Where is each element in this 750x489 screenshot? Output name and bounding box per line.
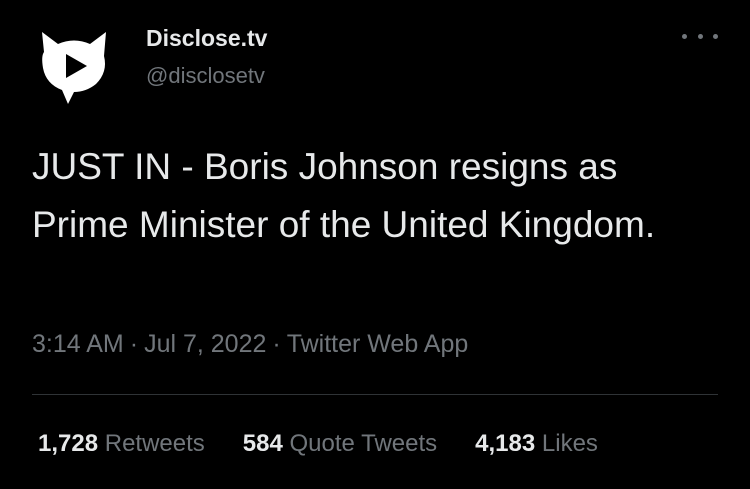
tweet-text: JUST IN - Boris Johnson resigns as Prime… (32, 146, 656, 245)
divider (32, 394, 718, 395)
meta-separator: · (272, 330, 281, 358)
likes-count: 4,183 (475, 430, 536, 457)
author-handle[interactable]: @disclosetv (146, 63, 265, 89)
author-name[interactable]: Disclose.tv (146, 24, 267, 52)
tweet-time[interactable]: 3:14 AM (32, 330, 124, 358)
dot (697, 33, 703, 39)
tweet-meta: 3:14 AM · Jul 7, 2022 · Twitter Web App (32, 328, 468, 360)
retweets-stat[interactable]: 1,728 Retweets (38, 428, 205, 460)
retweets-label: Retweets (104, 430, 205, 457)
meta-separator: · (129, 330, 139, 358)
likes-stat[interactable]: 4,183 Likes (475, 428, 598, 460)
disclose-tv-logo-icon[interactable] (32, 20, 116, 104)
tweet-date[interactable]: Jul 7, 2022 (144, 330, 266, 358)
quote-tweets-stat[interactable]: 584 Quote Tweets (243, 428, 437, 460)
likes-label: Likes (541, 430, 598, 457)
dot (682, 33, 687, 39)
tweet-card: Disclose.tv @disclosetv JUST IN - Boris … (0, 0, 750, 489)
more-options-icon[interactable] (682, 26, 718, 46)
tweet-source[interactable]: Twitter Web App (287, 330, 469, 358)
quote-tweets-count: 584 (242, 430, 283, 457)
tweet-stats: 1,728 Retweets 584 Quote Tweets 4,183 Li… (38, 428, 598, 460)
retweets-count: 1,728 (38, 430, 99, 457)
quote-tweets-label: Quote Tweets (289, 430, 438, 457)
dot (713, 33, 718, 39)
